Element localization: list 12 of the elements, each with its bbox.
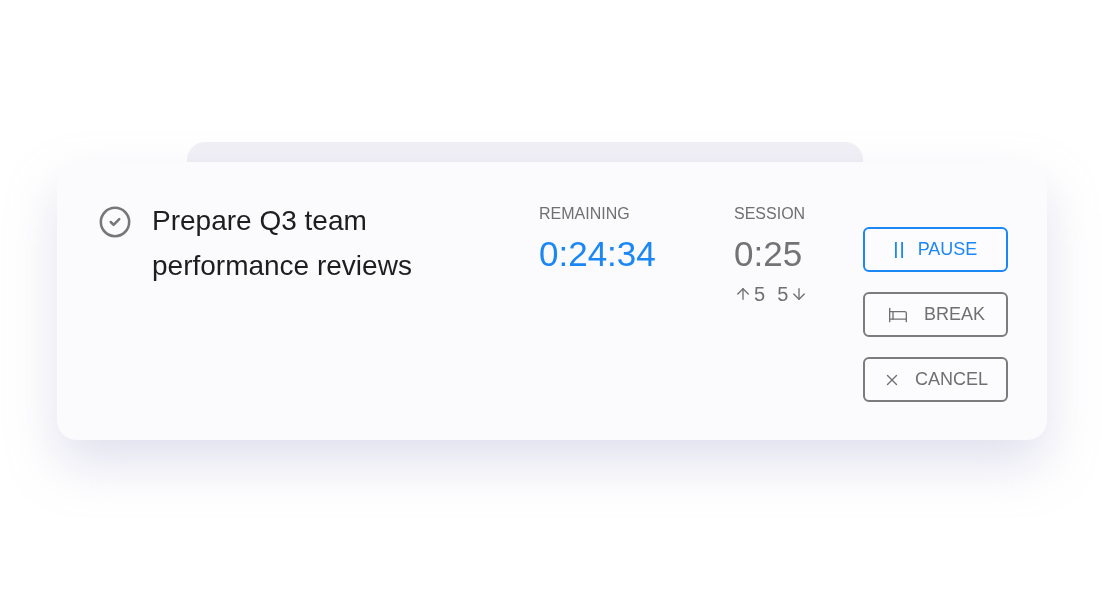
- cancel-button[interactable]: CANCEL: [863, 357, 1008, 402]
- stat-label: SESSION: [734, 204, 807, 224]
- stat-label: REMAINING: [539, 204, 631, 224]
- pause-icon: [893, 241, 904, 258]
- adjust-value: 5: [754, 284, 766, 304]
- break-button[interactable]: BREAK: [863, 292, 1008, 337]
- timer-value: 0:25: [734, 234, 804, 274]
- check-circle-icon[interactable]: [98, 205, 132, 239]
- adjust-value: 5: [777, 284, 789, 304]
- task-title: Prepare Q3 team performance reviews: [152, 204, 413, 283]
- pause-button[interactable]: PAUSE: [863, 227, 1008, 272]
- timer-value: 0:24:34: [539, 234, 657, 274]
